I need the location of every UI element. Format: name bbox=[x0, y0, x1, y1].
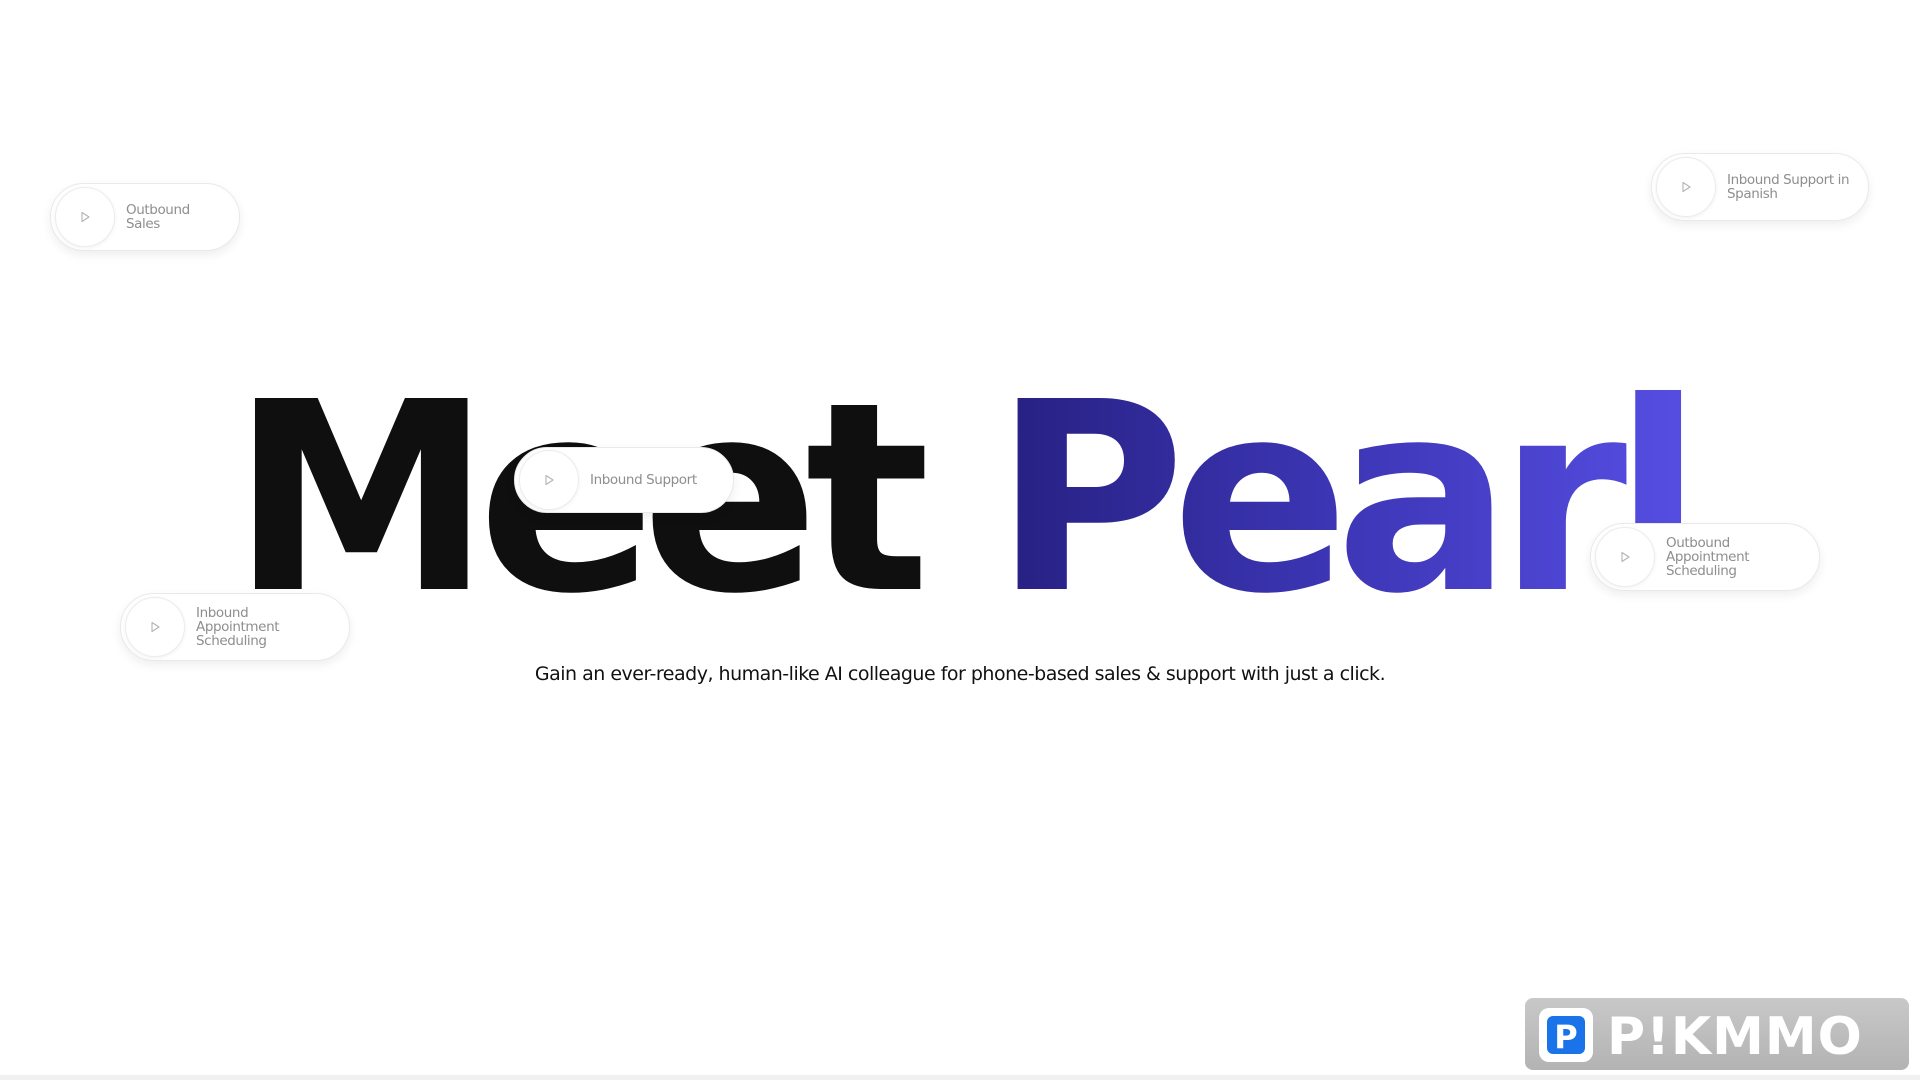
pikmmo-logo-icon: P P!KMMO bbox=[1539, 1007, 1863, 1064]
play-icon[interactable] bbox=[1595, 527, 1655, 587]
demo-inbound-support-spanish-button[interactable]: Inbound Support in Spanish bbox=[1651, 153, 1869, 221]
demo-inbound-support-label: Inbound Support bbox=[590, 472, 697, 488]
pikmmo-watermark: P P!KMMO bbox=[1525, 998, 1909, 1070]
demo-inbound-appointment-label: Inbound Appointment Scheduling bbox=[196, 605, 280, 649]
demo-inbound-support-button[interactable]: Inbound Support bbox=[514, 447, 734, 513]
demo-outbound-appointment-label: Outbound Appointment Scheduling bbox=[1666, 535, 1750, 579]
hero-tagline: Gain an ever-ready, human-like AI collea… bbox=[534, 663, 1386, 685]
hero-heading-pearl: Pearl bbox=[993, 346, 1704, 651]
demo-outbound-sales-button[interactable]: Outbound Sales bbox=[50, 183, 240, 251]
play-icon[interactable] bbox=[519, 450, 579, 510]
demo-inbound-appointment-button[interactable]: Inbound Appointment Scheduling bbox=[120, 593, 350, 661]
play-icon[interactable] bbox=[55, 187, 115, 247]
play-icon[interactable] bbox=[125, 597, 185, 657]
svg-text:P: P bbox=[1554, 1018, 1577, 1056]
demo-outbound-sales-label: Outbound Sales bbox=[126, 202, 190, 232]
landing-page: Meet Pearl Gain an ever-ready, human-lik… bbox=[0, 0, 1920, 1080]
demo-inbound-support-spanish-label: Inbound Support in Spanish bbox=[1727, 172, 1850, 202]
play-icon[interactable] bbox=[1656, 157, 1716, 217]
watermark-text: P!KMMO bbox=[1607, 1007, 1863, 1064]
bottom-divider bbox=[0, 1075, 1920, 1080]
demo-outbound-appointment-button[interactable]: Outbound Appointment Scheduling bbox=[1590, 523, 1820, 591]
